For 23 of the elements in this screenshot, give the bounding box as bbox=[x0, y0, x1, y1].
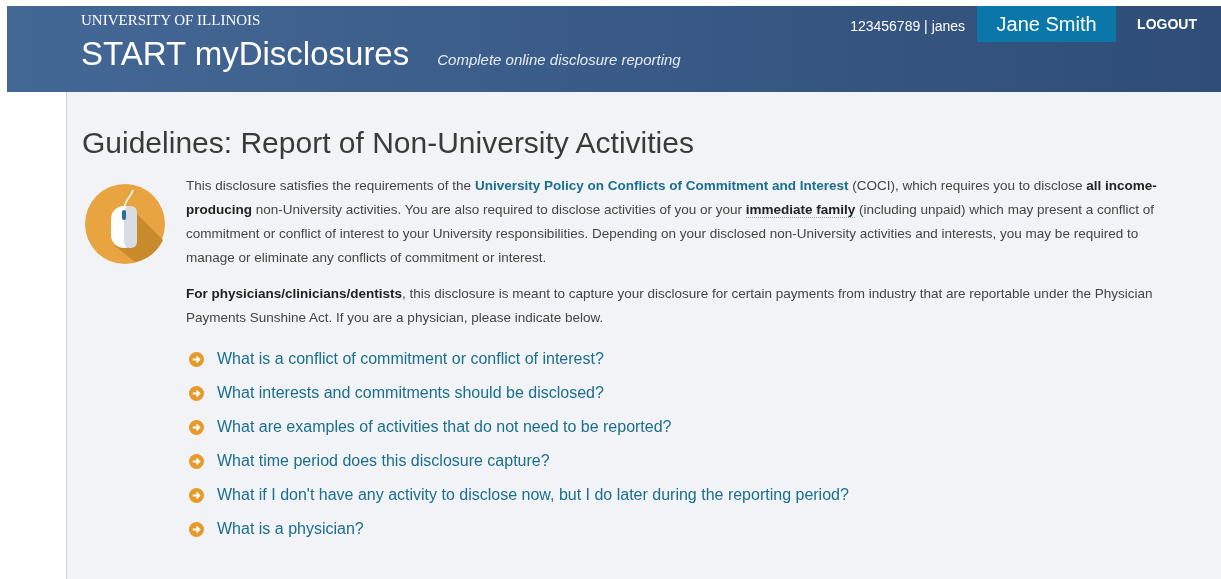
user-id: 123456789 | janes bbox=[850, 18, 966, 34]
arrow-circle-icon bbox=[189, 487, 204, 503]
arrow-circle-icon bbox=[189, 453, 204, 469]
arrow-circle-icon bbox=[189, 351, 204, 367]
page-title: Guidelines: Report of Non-University Activities bbox=[82, 126, 695, 160]
faq-link[interactable]: What are examples of activities that do not need to be reported? bbox=[217, 418, 672, 436]
faq-link[interactable]: What time period does this disclosure capture? bbox=[217, 452, 550, 470]
faq-link[interactable]: What is a conflict of commitment or conflict of interest? bbox=[217, 350, 604, 368]
tagline: Complete online disclosure reporting bbox=[437, 51, 681, 68]
faq-link[interactable]: What interests and commitments should be disclosed? bbox=[217, 384, 604, 402]
arrow-circle-icon bbox=[189, 385, 204, 401]
arrow-circle-icon bbox=[189, 521, 204, 537]
intro-paragraph: This disclosure satisfies the requirements of the University Policy on Conflicts of Commitment and Interest (COCI), which requires you to disclose all income-producing non-University activities. You are also required to disclose activities of you or your immediate family (including unpaid) which may present a conflict of commitment or conflict of interest to your University responsibilities. Depending on your disclosed non-University activities and interests, you may be required to manage or eliminate any conflicts of commitment or interest. bbox=[186, 177, 1158, 267]
app-title: START myDisclosures bbox=[81, 35, 410, 73]
arrow-circle-icon bbox=[189, 419, 204, 435]
logout-button[interactable]: LOGOUT bbox=[1116, 6, 1221, 42]
faq-link[interactable]: What if I don't have any activity to disclose now, but I do later during the reporting period? bbox=[217, 486, 849, 504]
university-name: UNIVERSITY OF ILLINOIS bbox=[81, 12, 262, 29]
faq-link[interactable]: What is a physician? bbox=[217, 520, 364, 538]
mouse-icon bbox=[85, 184, 165, 264]
user-name-button[interactable]: Jane Smith bbox=[977, 6, 1117, 42]
policy-link[interactable]: University Policy on Conflicts of Commitment and Interest bbox=[474, 178, 849, 193]
physician-paragraph: For physicians/clinicians/dentists, this disclosure is meant to capture your disclosure for certain payments from industry that are reportable under the Physician Payments Sunshine Act. If you are a physician, please indicate below. bbox=[186, 285, 1154, 327]
